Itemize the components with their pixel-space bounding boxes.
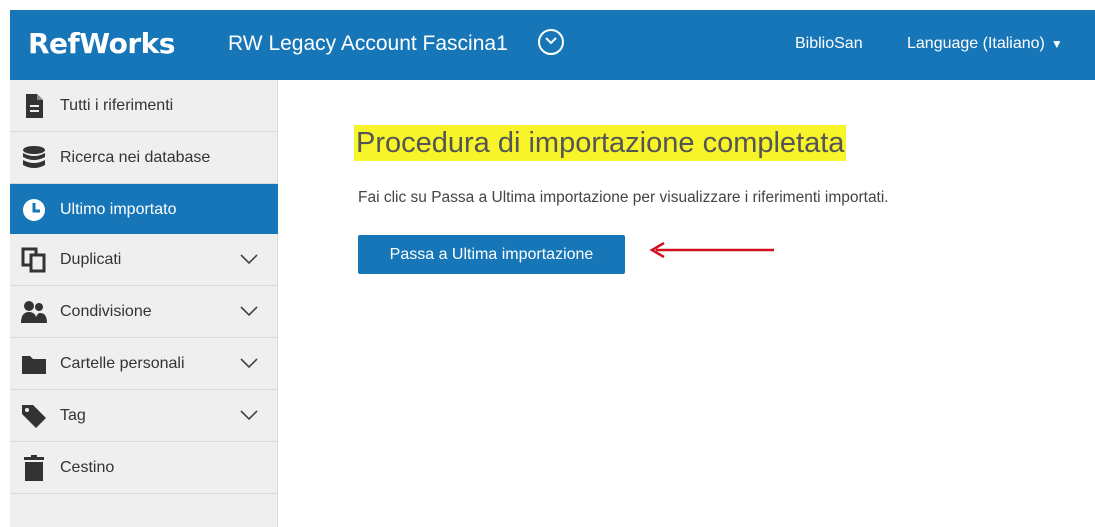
sidebar-item-label: Ultimo importato — [60, 201, 177, 218]
sidebar-item-database-search[interactable]: Ricerca nei database — [10, 132, 278, 184]
language-label: Language (Italiano) — [907, 35, 1045, 52]
sidebar-item-all-references[interactable]: Tutti i riferimenti — [10, 80, 278, 132]
clock-icon — [23, 199, 45, 221]
page-description: Fai clic su Passa a Ultima importazione … — [358, 189, 889, 206]
user-link[interactable]: BiblioSan — [795, 35, 863, 53]
caret-down-icon: ▼ — [1050, 37, 1063, 51]
language-menu[interactable]: Language (Italiano) ▼ — [907, 35, 1063, 53]
chevron-down-icon[interactable] — [240, 254, 258, 264]
top-bar: RefWorks RW Legacy Account Fascina1 Bibl… — [10, 10, 1095, 80]
chevron-down-icon[interactable] — [240, 358, 258, 368]
red-arrow-annotation — [649, 242, 774, 258]
users-icon — [21, 301, 47, 323]
folder-icon — [22, 356, 46, 374]
document-icon — [26, 94, 43, 118]
account-dropdown-icon[interactable] — [538, 29, 564, 55]
tag-icon — [22, 405, 46, 428]
sidebar-item-last-imported[interactable]: Ultimo importato — [10, 184, 278, 234]
go-to-last-import-button[interactable]: Passa a Ultima importazione — [358, 235, 625, 274]
page-title: Procedura di importazione completata — [354, 125, 847, 161]
sidebar-item-duplicates[interactable]: Duplicati — [10, 234, 278, 286]
trash-icon — [24, 455, 44, 481]
sidebar: Tutti i riferimenti Ricerca nei database… — [10, 80, 278, 527]
sidebar-item-label: Cestino — [60, 459, 115, 476]
chevron-down-icon[interactable] — [240, 410, 258, 420]
database-icon — [23, 146, 45, 168]
sidebar-item-tags[interactable]: Tag — [10, 390, 278, 442]
main-content: Procedura di importazione completata Fai… — [278, 80, 1095, 527]
sidebar-item-sharing[interactable]: Condivisione — [10, 286, 278, 338]
sidebar-item-personal-folders[interactable]: Cartelle personali — [10, 338, 278, 390]
sidebar-item-label: Tutti i riferimenti — [60, 97, 174, 114]
sidebar-item-label: Tag — [60, 407, 86, 424]
sidebar-item-label: Condivisione — [60, 303, 152, 320]
account-name: RW Legacy Account Fascina1 — [228, 32, 508, 55]
sidebar-item-label: Ricerca nei database — [60, 149, 211, 166]
duplicate-icon — [21, 247, 46, 273]
sidebar-item-label: Cartelle personali — [60, 355, 185, 372]
sidebar-item-trash[interactable]: Cestino — [10, 442, 278, 494]
chevron-down-icon[interactable] — [240, 306, 258, 316]
app-logo[interactable]: RefWorks — [28, 27, 175, 60]
sidebar-item-label: Duplicati — [60, 251, 122, 268]
